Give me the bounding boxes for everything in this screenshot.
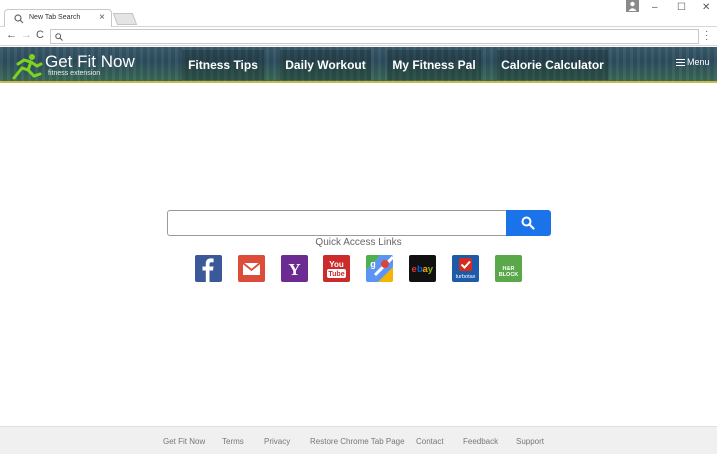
footer: Get Fit Now Terms Privacy Restore Chrome… — [0, 426, 717, 454]
browser-menu-icon[interactable]: · · · — [705, 27, 708, 45]
footer-link-feedback[interactable]: Feedback — [463, 437, 498, 446]
back-button[interactable]: ← — [6, 29, 17, 41]
tab-strip: New Tab Search × – ☐ ✕ — [0, 0, 717, 28]
footer-link-support[interactable]: Support — [516, 437, 544, 446]
footer-link-restore-chrome-tab-page[interactable]: Restore Chrome Tab Page — [310, 437, 405, 446]
logo-title: Get Fit Now — [45, 52, 135, 71]
maximize-button[interactable]: ☐ — [677, 2, 686, 13]
site-header: Get Fit Now fitness extension Fitness Ti… — [0, 47, 717, 83]
google-maps-icon: g — [366, 255, 393, 282]
footer-link-get-fit-now[interactable]: Get Fit Now — [163, 437, 205, 446]
address-bar[interactable] — [50, 29, 699, 44]
logo-subtitle: fitness extension — [48, 70, 101, 77]
svg-text:g: g — [370, 259, 376, 269]
footer-link-terms[interactable]: Terms — [222, 437, 244, 446]
hamburger-icon — [676, 59, 685, 67]
yahoo-icon: Y — [281, 255, 308, 282]
search-input[interactable] — [167, 210, 507, 236]
reload-button[interactable]: C — [36, 29, 44, 41]
new-tab-button[interactable] — [112, 13, 138, 25]
profile-icon[interactable] — [626, 0, 639, 12]
hr-block-icon: H&R BLOCK — [495, 255, 522, 282]
facebook-link[interactable] — [195, 255, 222, 282]
runner-logo-icon — [12, 54, 43, 80]
tab-title: New Tab Search — [29, 14, 81, 21]
youtube-icon: You Tube — [323, 255, 350, 282]
ebay-icon: e b a y — [409, 255, 436, 282]
gmail-link[interactable] — [238, 255, 265, 282]
nav-fitness-tips[interactable]: Fitness Tips — [182, 50, 264, 80]
gmail-icon — [238, 255, 265, 282]
close-tab-icon[interactable]: × — [99, 12, 105, 23]
browser-toolbar: ← → C · · · — [0, 27, 717, 46]
turbotax-link[interactable]: turbotax — [452, 255, 479, 282]
footer-link-privacy[interactable]: Privacy — [264, 437, 290, 446]
close-window-button[interactable]: ✕ — [702, 2, 710, 13]
footer-link-contact[interactable]: Contact — [416, 437, 444, 446]
quick-access-title: Quick Access Links — [315, 237, 402, 248]
svg-text:turbotax: turbotax — [456, 274, 476, 280]
nav-my-fitness-pal[interactable]: My Fitness Pal — [387, 50, 481, 80]
svg-text:BLOCK: BLOCK — [499, 272, 519, 278]
svg-text:You: You — [329, 260, 344, 269]
search-icon — [14, 14, 24, 24]
svg-text:Tube: Tube — [328, 271, 344, 278]
nav-calorie-calculator[interactable]: Calorie Calculator — [497, 50, 608, 80]
svg-text:Y: Y — [288, 260, 300, 279]
menu-label: Menu — [687, 57, 710, 67]
minimize-button[interactable]: – — [652, 2, 658, 13]
facebook-icon — [195, 255, 222, 282]
svg-text:e: e — [412, 264, 417, 275]
google-maps-link[interactable]: g — [366, 255, 393, 282]
yahoo-link[interactable]: Y — [281, 255, 308, 282]
nav-daily-workout[interactable]: Daily Workout — [280, 50, 371, 80]
forward-button[interactable]: → — [21, 29, 32, 41]
youtube-link[interactable]: You Tube — [323, 255, 350, 282]
menu-button[interactable]: Menu — [676, 57, 710, 67]
hr-block-link[interactable]: H&R BLOCK — [495, 255, 522, 282]
search-icon — [521, 216, 535, 230]
svg-text:y: y — [428, 264, 434, 275]
browser-tab[interactable]: New Tab Search × — [4, 9, 112, 28]
search-button[interactable] — [506, 210, 551, 236]
search-icon — [55, 33, 63, 41]
turbotax-icon: turbotax — [452, 255, 479, 282]
ebay-link[interactable]: e b a y — [409, 255, 436, 282]
